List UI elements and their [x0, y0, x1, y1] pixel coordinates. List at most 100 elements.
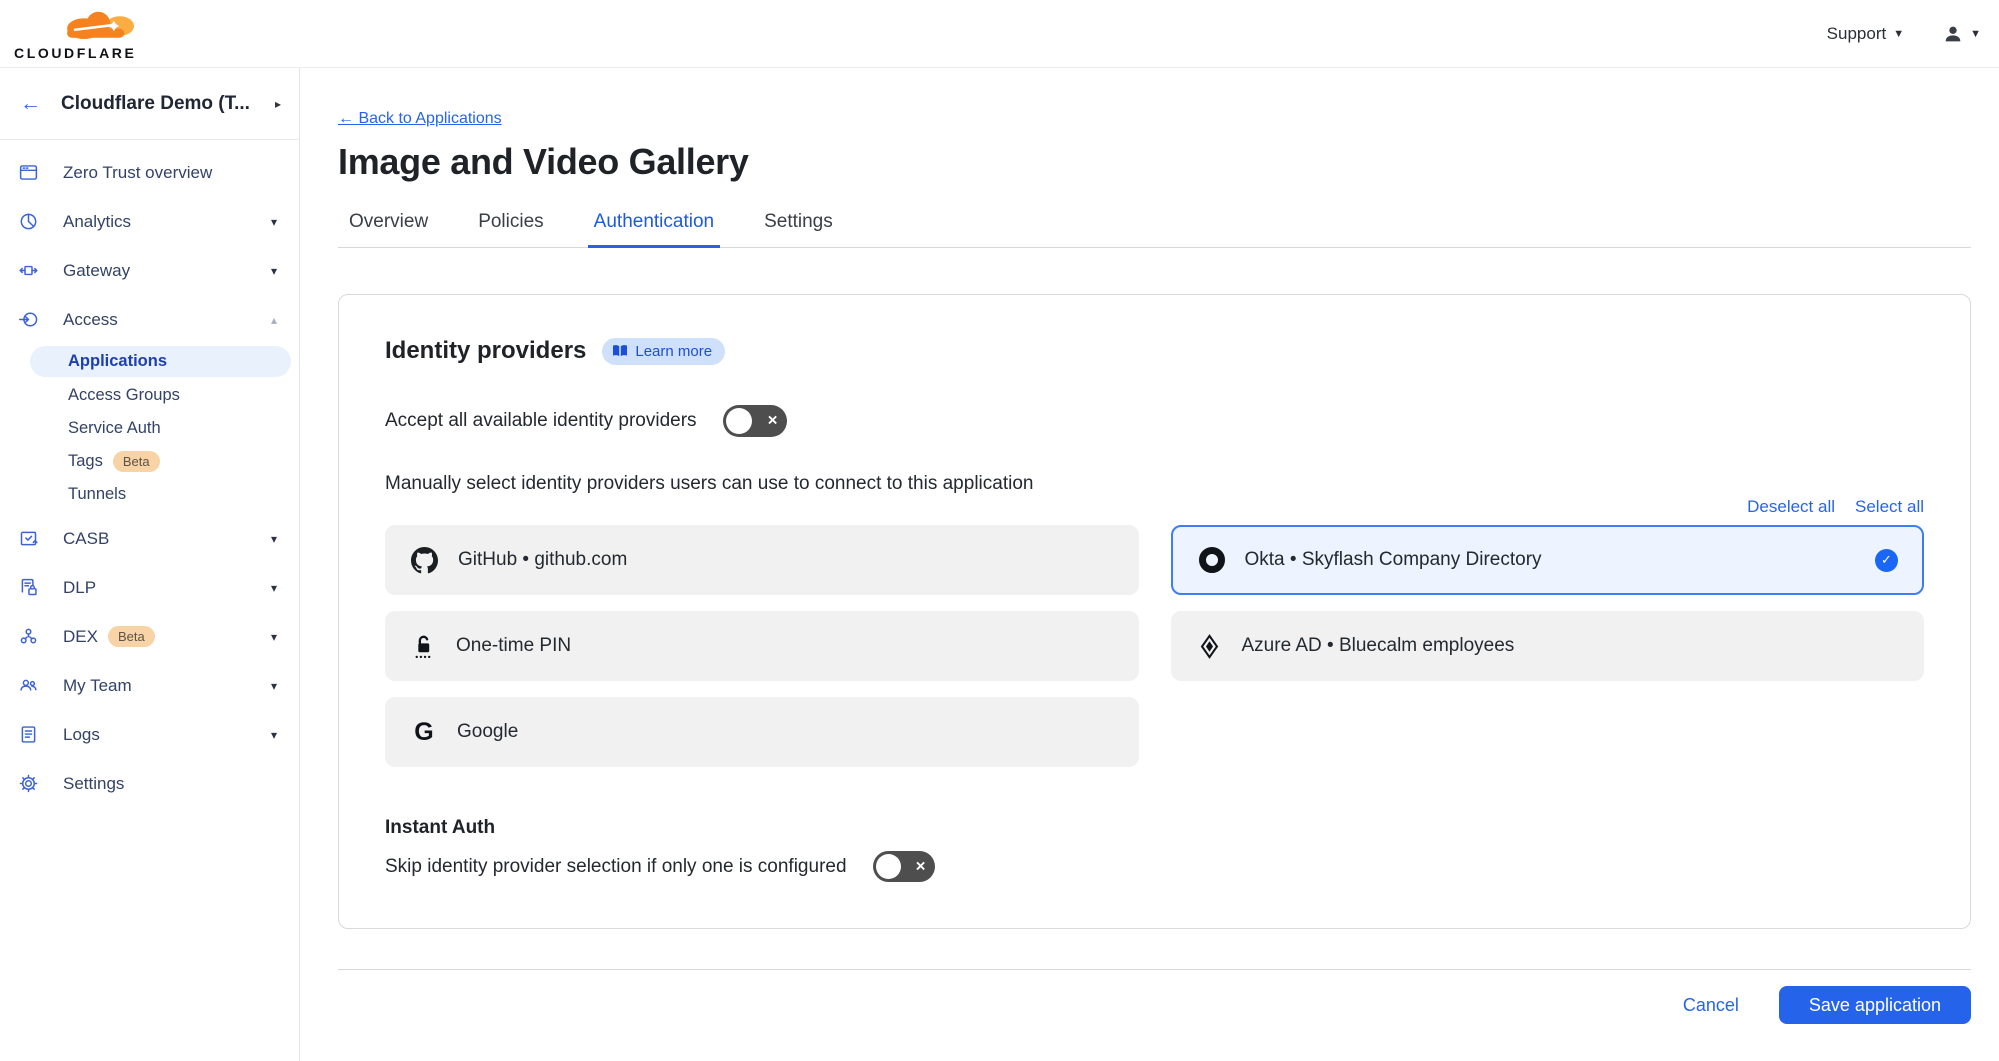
- accept-all-toggle[interactable]: ×: [723, 405, 787, 437]
- footer-divider: [338, 969, 1971, 970]
- learn-more-badge[interactable]: Learn more: [602, 338, 725, 365]
- instant-auth-toggle[interactable]: ×: [873, 851, 935, 882]
- learn-more-label: Learn more: [635, 343, 712, 360]
- caret-down-icon[interactable]: ▾: [271, 581, 277, 595]
- provider-github[interactable]: GitHub • github.com: [385, 525, 1139, 595]
- provider-google[interactable]: G Google: [385, 697, 1139, 767]
- toggle-off-x-icon: ×: [916, 856, 926, 876]
- sidebar-item-label: Applications: [68, 352, 167, 371]
- manual-select-text: Manually select identity providers users…: [385, 473, 1924, 495]
- instant-auth-heading: Instant Auth: [385, 817, 1924, 839]
- card-title: Identity providers: [385, 337, 586, 365]
- provider-azure-ad[interactable]: Azure AD • Bluecalm employees: [1171, 611, 1925, 681]
- top-bar: CLOUDFLARE Support ▼ ▼: [0, 0, 1999, 68]
- sidebar-item-label: Settings: [63, 774, 124, 794]
- back-arrow-icon[interactable]: ←: [20, 92, 41, 116]
- provider-label: Okta • Skyflash Company Directory: [1245, 549, 1542, 571]
- cancel-button[interactable]: Cancel: [1683, 995, 1739, 1016]
- tab-authentication[interactable]: Authentication: [588, 211, 720, 248]
- sidebar-item-tunnels[interactable]: Tunnels: [0, 478, 299, 511]
- user-caret-icon: ▼: [1970, 28, 1981, 40]
- one-time-pin-icon: [411, 633, 436, 660]
- sidebar-item-label: DLP: [63, 578, 96, 598]
- support-label: Support: [1827, 24, 1887, 44]
- deselect-all-link[interactable]: Deselect all: [1747, 497, 1835, 517]
- github-icon: [411, 547, 438, 574]
- caret-down-icon[interactable]: ▾: [271, 630, 277, 644]
- sidebar-item-dlp[interactable]: DLP ▾: [0, 563, 299, 612]
- brand-wordmark: CLOUDFLARE: [14, 46, 136, 60]
- sidebar-item-settings[interactable]: Settings: [0, 759, 299, 808]
- tab-policies[interactable]: Policies: [472, 211, 549, 247]
- toggle-knob: [876, 854, 901, 879]
- google-icon: G: [411, 718, 437, 747]
- provider-one-time-pin[interactable]: One-time PIN: [385, 611, 1139, 681]
- sidebar-item-label: Tags: [68, 452, 103, 471]
- identity-providers-card: Identity providers Learn more Accept all…: [338, 294, 1971, 929]
- sidebar-item-label: Analytics: [63, 212, 131, 232]
- cloudflare-cloud-icon: [58, 7, 136, 45]
- save-application-button[interactable]: Save application: [1779, 986, 1971, 1024]
- casb-icon: [18, 528, 39, 549]
- sidebar-item-label: Access: [63, 310, 118, 330]
- back-to-applications-link[interactable]: ← Back to Applications: [338, 110, 502, 128]
- caret-down-icon[interactable]: ▾: [271, 264, 277, 278]
- analytics-icon: [18, 211, 39, 232]
- provider-okta[interactable]: Okta • Skyflash Company Directory ✓: [1171, 525, 1925, 595]
- team-icon: [18, 675, 39, 696]
- select-all-link[interactable]: Select all: [1855, 497, 1924, 517]
- sidebar-item-my-team[interactable]: My Team ▾: [0, 661, 299, 710]
- provider-label: One-time PIN: [456, 635, 571, 657]
- caret-down-icon[interactable]: ▾: [271, 728, 277, 742]
- gear-icon: [18, 773, 39, 794]
- support-caret-icon: ▼: [1893, 28, 1904, 40]
- instant-auth-label: Skip identity provider selection if only…: [385, 856, 847, 878]
- sidebar-item-zero-trust-overview[interactable]: Zero Trust overview: [0, 148, 299, 197]
- toggle-off-x-icon: ×: [768, 411, 778, 431]
- sidebar-item-gateway[interactable]: Gateway ▾: [0, 246, 299, 295]
- provider-grid: GitHub • github.com Okta • Skyflash Comp…: [385, 525, 1924, 767]
- sidebar-item-casb[interactable]: CASB ▾: [0, 514, 299, 563]
- account-switcher: ← Cloudflare Demo (T... ▸: [0, 68, 299, 140]
- caret-down-icon[interactable]: ▾: [271, 215, 277, 229]
- sidebar-item-label: Tunnels: [68, 485, 126, 504]
- provider-label: Azure AD • Bluecalm employees: [1242, 635, 1515, 657]
- overview-icon: [18, 162, 39, 183]
- sidebar-item-analytics[interactable]: Analytics ▾: [0, 197, 299, 246]
- sidebar-item-service-auth[interactable]: Service Auth: [0, 412, 299, 445]
- chevron-right-icon[interactable]: ▸: [275, 97, 281, 111]
- beta-badge: Beta: [113, 451, 160, 472]
- logs-icon: [18, 724, 39, 745]
- beta-badge: Beta: [108, 626, 155, 647]
- sidebar-item-access-groups[interactable]: Access Groups: [0, 379, 299, 412]
- page-title: Image and Video Gallery: [338, 141, 1971, 183]
- tab-overview[interactable]: Overview: [343, 211, 434, 247]
- sidebar-item-access[interactable]: Access ▴: [0, 295, 299, 344]
- caret-down-icon[interactable]: ▾: [271, 532, 277, 546]
- cloudflare-logo[interactable]: CLOUDFLARE: [14, 7, 136, 60]
- provider-label: Google: [457, 721, 518, 743]
- selected-check-icon: ✓: [1875, 549, 1898, 572]
- dex-icon: [18, 626, 39, 647]
- sidebar-item-label: Gateway: [63, 261, 130, 281]
- sidebar-item-tags[interactable]: Tags Beta: [0, 445, 299, 478]
- access-subnav: Applications Access Groups Service Auth …: [0, 346, 299, 511]
- azure-ad-icon: [1197, 634, 1222, 659]
- sidebar-item-label: Access Groups: [68, 386, 180, 405]
- user-menu[interactable]: ▼: [1942, 23, 1981, 45]
- tab-settings[interactable]: Settings: [758, 211, 839, 247]
- support-menu[interactable]: Support ▼: [1827, 24, 1904, 44]
- sidebar-item-dex[interactable]: DEX Beta ▾: [0, 612, 299, 661]
- book-icon: [612, 344, 628, 358]
- caret-up-icon[interactable]: ▴: [271, 313, 277, 327]
- sidebar: ← Cloudflare Demo (T... ▸ Zero Trust ove…: [0, 68, 300, 1061]
- account-name[interactable]: Cloudflare Demo (T...: [61, 93, 275, 115]
- tab-bar: Overview Policies Authentication Setting…: [338, 211, 1971, 248]
- sidebar-item-label: Zero Trust overview: [63, 163, 212, 183]
- accept-all-label: Accept all available identity providers: [385, 410, 697, 432]
- gateway-icon: [18, 260, 39, 281]
- caret-down-icon[interactable]: ▾: [271, 679, 277, 693]
- sidebar-item-label: DEX: [63, 627, 98, 647]
- sidebar-item-applications[interactable]: Applications: [30, 346, 291, 377]
- sidebar-item-logs[interactable]: Logs ▾: [0, 710, 299, 759]
